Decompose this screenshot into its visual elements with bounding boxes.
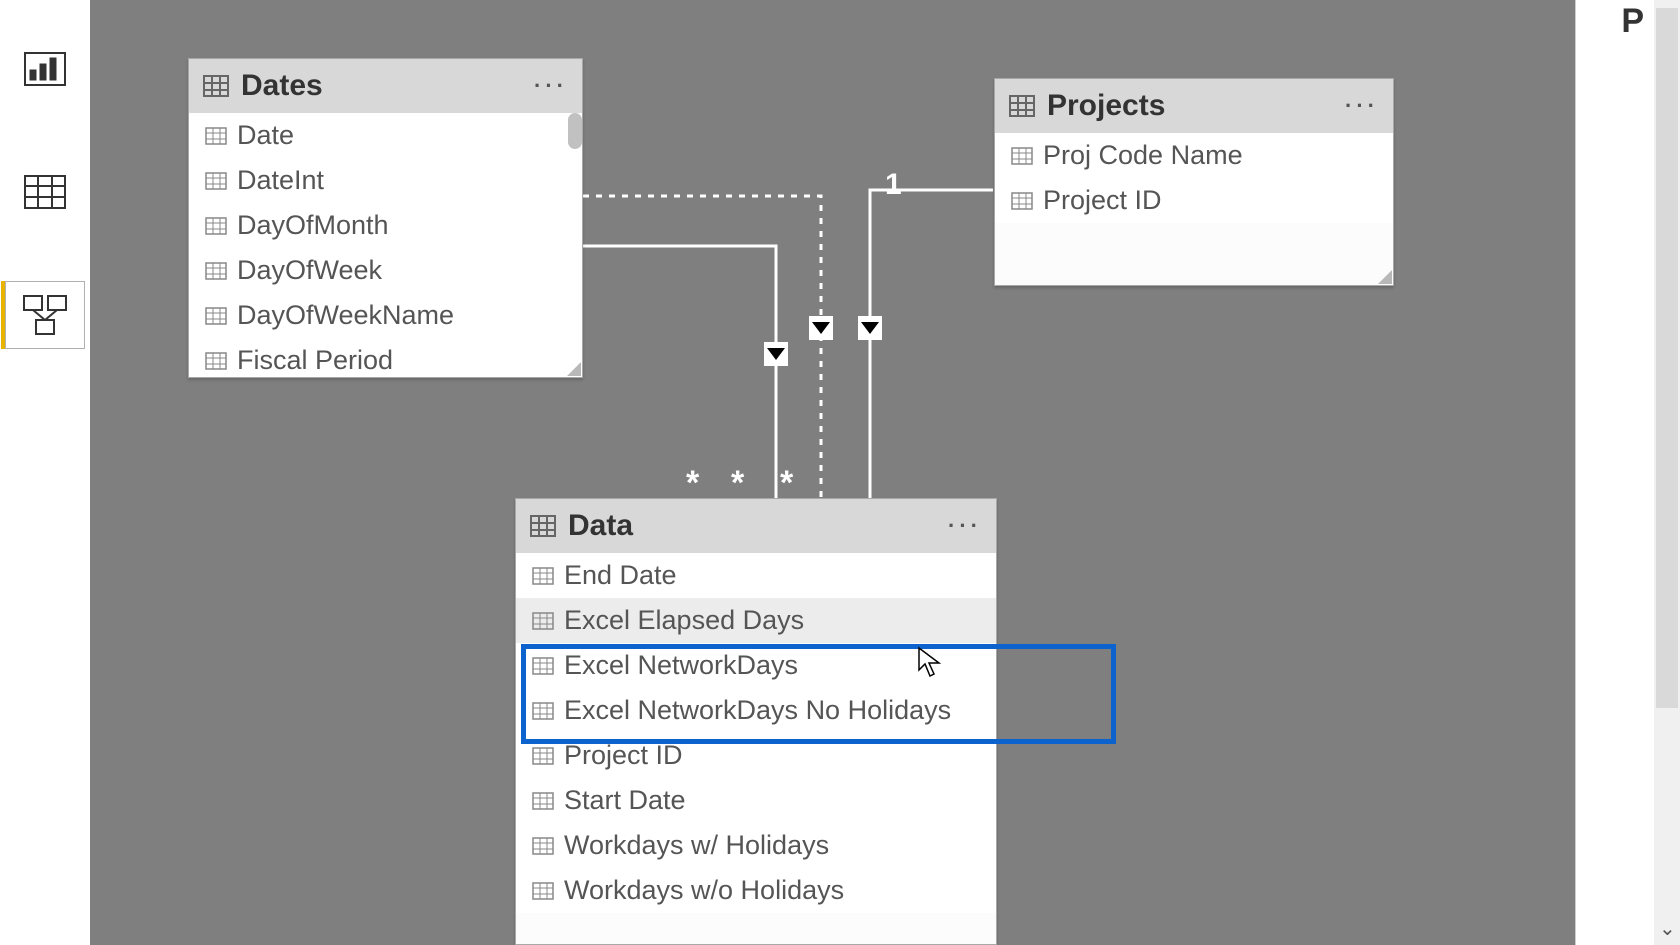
table-title-projects: Projects <box>1047 89 1165 123</box>
right-side-panel[interactable]: P <box>1575 0 1654 945</box>
field-label: Project ID <box>1043 185 1162 216</box>
filter-direction-arrow-c <box>858 316 882 340</box>
field-item[interactable]: Workdays w/o Holidays <box>516 868 996 913</box>
field-icon <box>1011 147 1033 165</box>
table-scrollbar-dates[interactable] <box>568 113 582 149</box>
cardinality-one-c: 1 <box>885 168 902 202</box>
field-icon <box>532 612 554 630</box>
field-label: Excel NetworkDays <box>564 650 798 681</box>
table-menu-dates[interactable]: ··· <box>534 73 568 99</box>
field-icon <box>205 217 227 235</box>
field-icon <box>205 172 227 190</box>
field-item[interactable]: DayOfMonth <box>189 203 582 248</box>
model-canvas-wrap: 1 1 1 * * * Dates ··· Date DateInt <box>90 0 1680 945</box>
field-item[interactable]: Workdays w/ Holidays <box>516 823 996 868</box>
resize-grip[interactable] <box>1378 270 1392 284</box>
field-label: Project ID <box>564 740 683 771</box>
canvas-scrollbar[interactable]: ⌄ <box>1654 0 1680 945</box>
field-label: Proj Code Name <box>1043 140 1243 171</box>
field-icon <box>532 882 554 900</box>
table-menu-projects[interactable]: ··· <box>1345 93 1379 119</box>
field-icon <box>1011 192 1033 210</box>
field-item[interactable]: Excel NetworkDays No Holidays <box>516 688 996 733</box>
field-item[interactable]: End Date <box>516 553 996 598</box>
table-body-dates: Date DateInt DayOfMonth DayOfWeek DayOfW… <box>189 113 582 377</box>
table-icon <box>1009 95 1035 117</box>
table-body-projects: Proj Code Name Project ID <box>995 133 1393 285</box>
field-item[interactable]: DayOfWeek <box>189 248 582 293</box>
field-label: DateInt <box>237 165 324 196</box>
app-root: 1 1 1 * * * Dates ··· Date DateInt <box>0 0 1680 945</box>
field-label: Workdays w/o Holidays <box>564 875 844 906</box>
table-card-projects[interactable]: Projects ··· Proj Code Name Project ID <box>994 78 1394 286</box>
field-label: Fiscal Period <box>237 345 393 376</box>
filter-direction-arrow-b <box>809 316 833 340</box>
table-card-dates[interactable]: Dates ··· Date DateInt DayOfMonth DayOfW… <box>188 58 583 378</box>
field-icon <box>205 127 227 145</box>
field-item[interactable]: Project ID <box>516 733 996 778</box>
field-icon <box>205 352 227 370</box>
field-label: DayOfMonth <box>237 210 389 241</box>
field-label: Excel Elapsed Days <box>564 605 804 636</box>
field-label: DayOfWeek <box>237 255 382 286</box>
field-icon <box>532 792 554 810</box>
field-item[interactable]: Start Date <box>516 778 996 823</box>
table-card-data[interactable]: Data ··· End Date Excel Elapsed Days Exc… <box>515 498 997 945</box>
scrollbar-thumb[interactable] <box>1656 8 1678 708</box>
field-label: Start Date <box>564 785 686 816</box>
filter-direction-arrow-a <box>764 342 788 366</box>
field-label: End Date <box>564 560 677 591</box>
field-label: Date <box>237 120 294 151</box>
field-icon <box>532 702 554 720</box>
model-view-button[interactable] <box>5 281 85 349</box>
resize-grip[interactable] <box>567 362 581 376</box>
table-title-dates: Dates <box>241 69 323 103</box>
panel-title-partial: P <box>1621 2 1644 41</box>
report-view-button[interactable] <box>5 35 85 103</box>
table-header-projects[interactable]: Projects ··· <box>995 79 1393 133</box>
field-item[interactable]: Date <box>189 113 582 158</box>
table-header-dates[interactable]: Dates ··· <box>189 59 582 113</box>
table-icon <box>203 75 229 97</box>
field-icon <box>532 747 554 765</box>
chevron-down-icon[interactable]: ⌄ <box>1659 916 1676 941</box>
field-icon <box>532 567 554 585</box>
field-item[interactable]: Proj Code Name <box>995 133 1393 178</box>
table-menu-data[interactable]: ··· <box>948 513 982 539</box>
field-item[interactable]: Fiscal Period <box>189 338 582 377</box>
data-view-button[interactable] <box>5 158 85 226</box>
table-body-data: End Date Excel Elapsed Days Excel Networ… <box>516 553 996 944</box>
table-header-data[interactable]: Data ··· <box>516 499 996 553</box>
field-item[interactable]: Project ID <box>995 178 1393 223</box>
table-icon <box>530 515 556 537</box>
view-rail <box>0 0 90 945</box>
field-icon <box>205 307 227 325</box>
table-title-data: Data <box>568 509 633 543</box>
field-label: Workdays w/ Holidays <box>564 830 829 861</box>
field-item[interactable]: DayOfWeekName <box>189 293 582 338</box>
field-item[interactable]: Excel Elapsed Days <box>516 598 996 643</box>
field-icon <box>205 262 227 280</box>
field-icon <box>532 837 554 855</box>
field-icon <box>532 657 554 675</box>
field-label: Excel NetworkDays No Holidays <box>564 695 951 726</box>
field-item[interactable]: Excel NetworkDays <box>516 643 996 688</box>
model-canvas[interactable]: 1 1 1 * * * Dates ··· Date DateInt <box>90 0 1575 945</box>
field-label: DayOfWeekName <box>237 300 454 331</box>
field-item[interactable]: DateInt <box>189 158 582 203</box>
